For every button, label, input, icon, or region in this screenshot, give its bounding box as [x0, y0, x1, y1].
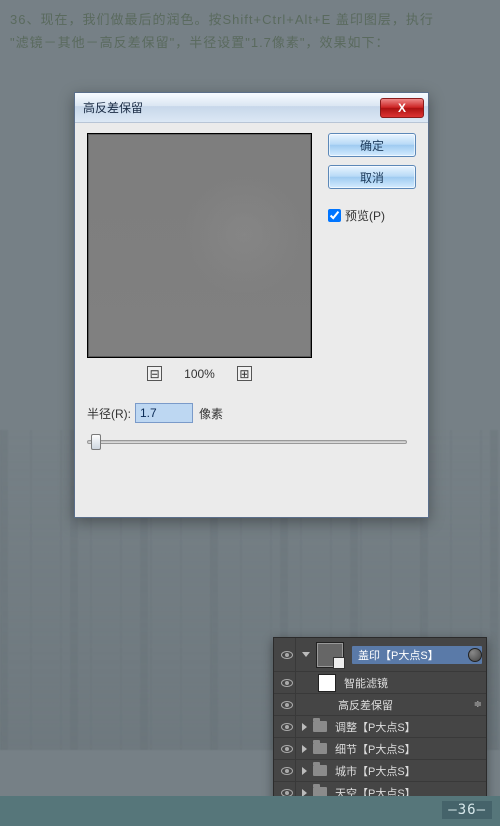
slider-track	[87, 440, 407, 444]
ok-label: 确定	[360, 137, 384, 154]
radius-label: 半径(R):	[87, 405, 131, 422]
eye-icon	[281, 679, 293, 687]
eye-icon	[281, 701, 293, 709]
chevron-down-icon[interactable]	[302, 652, 310, 657]
dialog-body: ⊟ 100% ⊞ 半径(R): 像素 确定 取消 预览(P)	[75, 123, 428, 465]
visibility-toggle[interactable]	[278, 716, 296, 737]
layer-row-smartfilters[interactable]: 智能滤镜	[274, 672, 486, 694]
smart-object-icon	[468, 648, 482, 662]
folder-icon	[313, 721, 327, 732]
visibility-toggle[interactable]	[278, 694, 296, 715]
folder-icon	[313, 765, 327, 776]
zoom-value: 100%	[184, 367, 215, 381]
visibility-toggle[interactable]	[278, 672, 296, 693]
layer-row-stamp[interactable]: 盖印【P大点S】	[274, 638, 486, 672]
chevron-right-icon[interactable]	[302, 723, 307, 731]
preview-checkbox[interactable]	[328, 209, 341, 222]
layer-group-detail[interactable]: 细节【P大点S】	[274, 738, 486, 760]
radius-unit: 像素	[199, 405, 223, 422]
cancel-button[interactable]: 取消	[328, 165, 416, 189]
radius-input[interactable]	[135, 403, 193, 423]
layer-label[interactable]: 高反差保留	[338, 697, 482, 713]
layers-panel: 盖印【P大点S】 智能滤镜 高反差保留 ≑ 调整【P大点S】 细节【P大点S】 …	[273, 637, 487, 805]
dialog-side-controls: 确定 取消 预览(P)	[328, 133, 416, 224]
layer-label[interactable]: 城市【P大点S】	[335, 763, 482, 779]
high-pass-dialog: 高反差保留 X ⊟ 100% ⊞ 半径(R): 像素 确定 取消 预览(P)	[74, 92, 429, 518]
folder-icon	[313, 743, 327, 754]
instruction-line2: "滤镜－其他－高反差保留"，半径设置"1.7像素"，效果如下：	[10, 35, 390, 50]
visibility-toggle[interactable]	[278, 638, 296, 671]
visibility-toggle[interactable]	[278, 760, 296, 781]
filter-mask-thumbnail[interactable]	[318, 674, 336, 692]
layer-group-adjust[interactable]: 调整【P大点S】	[274, 716, 486, 738]
zoom-out-button[interactable]: ⊟	[147, 366, 162, 381]
layer-group-city[interactable]: 城市【P大点S】	[274, 760, 486, 782]
eye-icon	[281, 651, 293, 659]
minus-icon: ⊟	[150, 368, 160, 380]
close-icon: X	[398, 102, 406, 114]
layer-label[interactable]: 细节【P大点S】	[335, 741, 482, 757]
zoom-in-button[interactable]: ⊞	[237, 366, 252, 381]
preview-checkbox-row[interactable]: 预览(P)	[328, 207, 416, 224]
dialog-title: 高反差保留	[83, 99, 143, 116]
layer-row-highpass[interactable]: 高反差保留 ≑	[274, 694, 486, 716]
radius-row: 半径(R): 像素	[87, 403, 416, 423]
eye-icon	[281, 723, 293, 731]
chevron-right-icon[interactable]	[302, 767, 307, 775]
visibility-toggle[interactable]	[278, 738, 296, 759]
layer-thumbnail[interactable]	[316, 642, 344, 668]
page-footer: —36—	[0, 796, 500, 826]
layer-label[interactable]: 盖印【P大点S】	[352, 646, 482, 664]
preview-label: 预览(P)	[345, 207, 385, 224]
close-button[interactable]: X	[380, 98, 424, 118]
eye-icon	[281, 767, 293, 775]
layer-label[interactable]: 调整【P大点S】	[335, 719, 482, 735]
radius-slider[interactable]	[87, 433, 407, 451]
eye-icon	[281, 745, 293, 753]
plus-icon: ⊞	[239, 368, 249, 380]
ok-button[interactable]: 确定	[328, 133, 416, 157]
step-badge: —36—	[442, 801, 492, 819]
zoom-controls: ⊟ 100% ⊞	[87, 366, 312, 381]
filter-options-icon[interactable]: ≑	[474, 699, 482, 710]
instruction-line1: 36、现在，我们做最后的润色。按Shift+Ctrl+Alt+E 盖印图层，执行	[10, 12, 434, 27]
cancel-label: 取消	[360, 169, 384, 186]
chevron-right-icon[interactable]	[302, 745, 307, 753]
layer-label: 智能滤镜	[344, 675, 482, 691]
dialog-titlebar[interactable]: 高反差保留 X	[75, 93, 428, 123]
instruction-text: 36、现在，我们做最后的润色。按Shift+Ctrl+Alt+E 盖印图层，执行…	[0, 0, 500, 55]
filter-preview-image[interactable]	[87, 133, 312, 358]
slider-thumb[interactable]	[91, 434, 101, 450]
